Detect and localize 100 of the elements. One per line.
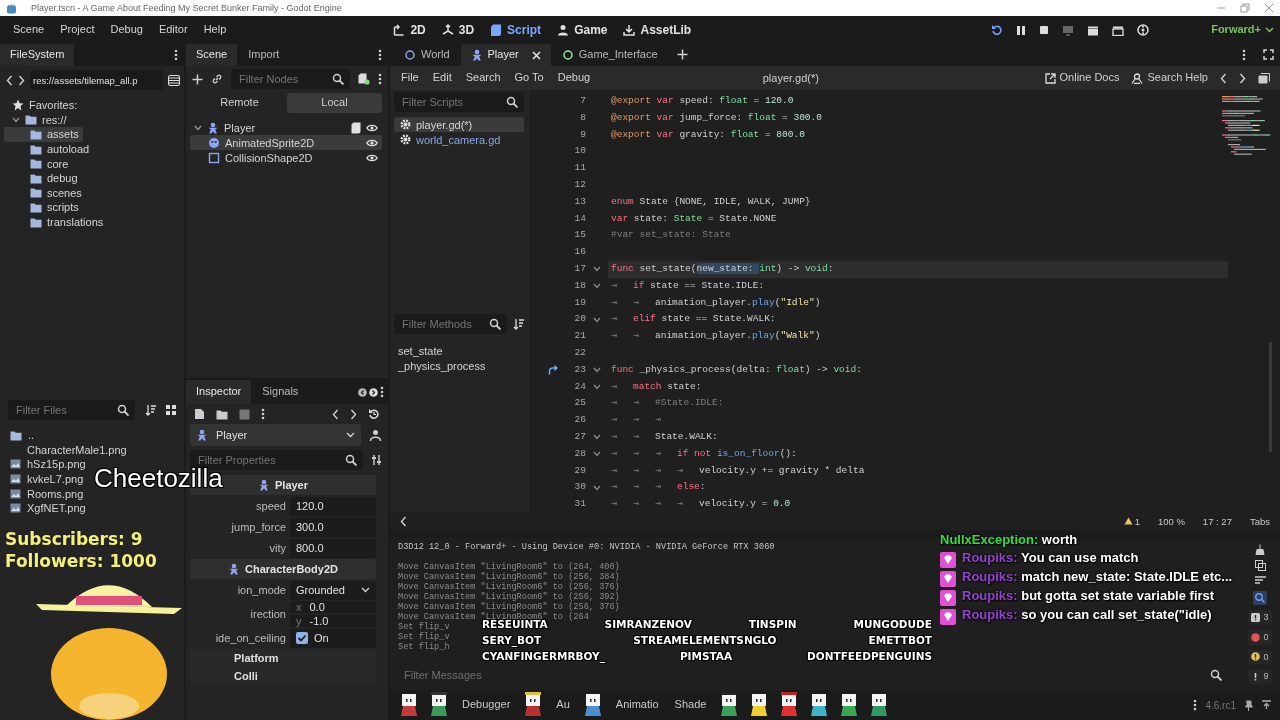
search-icon[interactable] [1210,669,1222,681]
bottom-panel-tab[interactable]: Animatio [611,695,663,715]
kebab-menu-icon[interactable] [378,49,382,61]
section-header[interactable]: CharacterBody2D [190,559,376,579]
kebab-menu-icon[interactable] [380,386,384,398]
method-item[interactable]: set_state [398,344,443,359]
previous-icon[interactable] [332,408,339,420]
bottom-panel-tab[interactable]: Debugger [458,695,515,715]
filter-toggle[interactable]: 0 [1248,649,1272,665]
workspace-tab[interactable]: 2D [385,19,434,41]
folder-tree-row[interactable]: Favorites: [4,98,82,113]
dropdown[interactable]: Grounded [290,580,376,600]
scene-tree-item[interactable]: Player [190,120,382,135]
method-item[interactable]: _physics_process [398,359,486,374]
dock-tab[interactable]: Inspector [186,380,252,404]
mode-toggle[interactable]: Remote [192,93,287,113]
checked-checkbox-icon[interactable] [296,632,308,644]
group-header[interactable]: Platform [190,649,376,666]
workspace-tab[interactable]: Game [549,19,616,41]
menu-item[interactable]: Edit [425,68,459,88]
help-link[interactable]: Search Help [1131,71,1208,85]
filter-field[interactable]: Filter Scripts [394,92,524,112]
file-list-row[interactable]: .. [10,428,39,443]
menu-item[interactable]: Project [53,20,102,40]
editor-tab[interactable]: World [394,44,460,66]
folder-tree-row[interactable]: autoload [4,141,94,157]
help-link[interactable]: Online Docs [1044,71,1120,85]
pause-icon[interactable] [1016,24,1027,36]
filter-field[interactable]: Filter Nodes [231,69,350,89]
vector-component-field[interactable]: x 0.0 [290,601,376,613]
filter-lines-icon[interactable] [1254,576,1266,586]
clapperboard-icon[interactable] [1087,24,1100,36]
bottom-panel-tab[interactable]: Shade [670,695,711,715]
next-icon[interactable] [369,387,378,397]
save-icon[interactable] [239,408,250,420]
folder-tree-row[interactable]: res:// [4,112,71,128]
fullscreen-icon[interactable] [1263,49,1274,60]
file-list-row[interactable]: hSz15p.png [10,457,90,472]
previous-icon[interactable] [358,387,367,397]
workspace-tab[interactable]: Script [482,19,550,41]
file-list-row[interactable]: Rooms.png [10,486,88,501]
group-header[interactable]: Colli [190,667,376,684]
folder-tree-row[interactable]: assets [4,127,83,142]
number-field[interactable]: 120.0 [290,496,376,516]
expand-panel-icon[interactable] [1261,700,1272,710]
mode-toggle[interactable]: Local [287,93,382,113]
scene-tree-item[interactable]: AnimatedSprite2D [190,135,382,150]
kebab-menu-icon[interactable] [261,408,265,420]
grid-view-icon[interactable] [166,405,176,415]
dock-tab[interactable]: Scene [186,44,238,66]
script-list-item[interactable]: player.gd(*) [394,117,524,132]
filter-toggle[interactable]: 9 [1248,669,1272,685]
file-list-row[interactable]: kvkeL7.png [10,471,88,487]
node-search-icon[interactable] [369,428,382,442]
menu-item[interactable]: Scene [6,20,52,40]
split-view-icon[interactable] [168,74,180,86]
tune-icon[interactable] [371,454,382,466]
search-icon[interactable] [489,318,501,330]
filter-field[interactable]: Filter Files [8,400,135,420]
menu-item[interactable]: Editor [151,20,195,40]
panel-toggle-icon[interactable] [1258,72,1270,84]
editor-tab[interactable]: Game_Interface [551,44,668,66]
workspace-tab[interactable]: AssetLib [615,19,700,41]
stop-icon[interactable] [1039,25,1050,35]
script-list-item[interactable]: world_camera.gd [394,132,524,147]
filter-input[interactable]: Filter Methods [400,317,484,331]
number-field[interactable]: 300.0 [290,517,376,537]
filter-input[interactable]: Filter Scripts [400,95,484,109]
number-field[interactable]: 800.0 [290,538,376,558]
menu-item[interactable]: Search [458,68,508,88]
indent-mode[interactable]: Tabs [1249,515,1270,527]
filter-field[interactable]: Filter Methods [394,314,507,334]
eye-icon[interactable] [366,152,378,163]
search-icon[interactable] [506,96,518,108]
history-icon[interactable] [368,408,380,420]
path-field[interactable]: res://assets/tilemap_all.p [30,70,163,90]
menu-item[interactable]: Help [196,20,234,40]
eye-icon[interactable] [366,137,378,148]
film-reel-icon[interactable] [1137,24,1150,36]
clapperboard-icon[interactable] [1112,24,1125,36]
link-icon[interactable] [211,73,223,85]
sort-icon[interactable] [513,318,524,330]
filter-toggle[interactable]: 0 [1248,629,1272,645]
filter-input[interactable]: Filter Nodes [237,72,317,86]
menu-item[interactable]: Debug [550,68,598,88]
menu-item[interactable]: File [394,68,426,88]
menu-item[interactable]: Go To [507,68,551,88]
broom-icon[interactable] [1255,544,1265,555]
workspace-tab[interactable]: 3D [433,19,483,41]
menu-item[interactable]: Debug [103,20,150,40]
script-icon[interactable] [351,121,361,134]
kebab-menu-icon[interactable] [1242,49,1246,61]
pin-icon[interactable] [1244,699,1253,711]
copy-icon[interactable] [1254,560,1266,571]
dock-tab[interactable]: FileSystem [0,44,75,66]
folder-tree-row[interactable]: translations [4,214,108,230]
folder-tree-row[interactable]: debug [4,170,82,186]
search-icon[interactable] [117,404,129,416]
object-dropdown[interactable]: Player [190,424,361,446]
folder-tree-row[interactable]: core [4,156,73,171]
